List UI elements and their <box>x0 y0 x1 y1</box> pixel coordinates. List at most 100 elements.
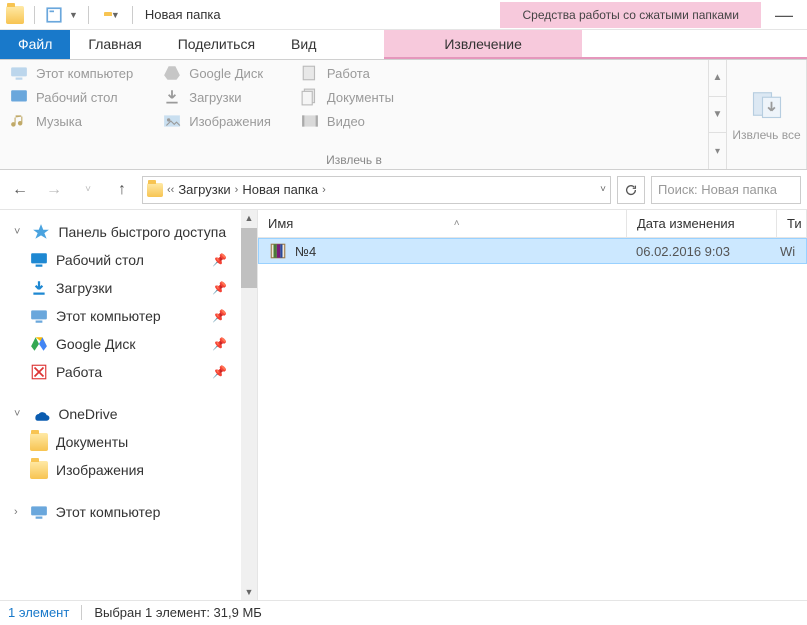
sidebar-item-documents[interactable]: Документы <box>0 428 257 456</box>
chevron-down-icon[interactable]: ˅ <box>14 226 20 238</box>
sidebar-label: Загрузки <box>56 280 112 296</box>
dest-documents[interactable]: Документы <box>301 88 394 106</box>
pin-icon: 📌 <box>212 337 227 351</box>
dest-google-drive[interactable]: Google Диск <box>163 64 271 82</box>
folder-icon <box>30 433 48 451</box>
qat-dropdown-icon-2[interactable]: ▼ <box>111 10 120 20</box>
file-name: №4 <box>295 244 316 259</box>
sidebar-label: Панель быстрого доступа <box>58 224 226 240</box>
sidebar-item-desktop[interactable]: Рабочий стол 📌 <box>0 246 257 274</box>
pin-icon: 📌 <box>212 253 227 267</box>
minimize-button[interactable]: — <box>761 0 807 30</box>
status-selection: Выбран 1 элемент: 31,9 МБ <box>81 605 262 620</box>
contextual-tab-label: Средства работы со сжатыми папками <box>500 2 761 28</box>
sidebar-item-images[interactable]: Изображения <box>0 456 257 484</box>
app-folder-icon <box>6 6 24 24</box>
dest-label: Загрузки <box>189 90 241 105</box>
scroll-up-icon[interactable]: ▲ <box>241 210 257 226</box>
search-input[interactable]: Поиск: Новая папка <box>651 176 801 204</box>
title-divider <box>132 6 133 24</box>
address-dropdown-icon[interactable]: ˅ <box>600 184 606 195</box>
dest-downloads[interactable]: Загрузки <box>163 88 271 106</box>
qat-divider <box>34 6 35 24</box>
tab-extract[interactable]: Извлечение <box>384 30 582 59</box>
refresh-icon <box>624 183 638 197</box>
search-placeholder: Поиск: Новая папка <box>658 182 777 197</box>
work-icon <box>30 363 48 381</box>
dest-video[interactable]: Видео <box>301 112 394 130</box>
pin-icon: 📌 <box>212 309 227 323</box>
qat-dropdown-icon[interactable]: ▼ <box>69 10 78 20</box>
extract-all-button[interactable]: Извлечь все <box>727 60 807 169</box>
sidebar-item-downloads[interactable]: Загрузки📌 <box>0 274 257 302</box>
breadcrumb-sep[interactable]: › <box>235 184 239 196</box>
qat-divider-2 <box>88 6 89 24</box>
chevron-right-icon[interactable]: ˅ <box>14 408 20 420</box>
dest-desktop[interactable]: Рабочий стол <box>10 88 133 106</box>
file-row[interactable]: №4 06.02.2016 9:03 Wi <box>258 238 807 264</box>
sidebar-item-work[interactable]: Работа📌 <box>0 358 257 386</box>
column-headers[interactable]: Имя˄ Дата изменения Ти <box>258 210 807 238</box>
file-list[interactable]: №4 06.02.2016 9:03 Wi <box>258 238 807 600</box>
tab-home[interactable]: Главная <box>70 30 159 59</box>
scroll-thumb[interactable] <box>241 228 257 288</box>
chevron-right-icon[interactable]: › <box>14 506 18 518</box>
scroll-expand-icon[interactable]: ▾ <box>709 133 726 169</box>
col-name[interactable]: Имя˄ <box>258 210 627 237</box>
window-title: Новая папка <box>145 7 221 22</box>
sort-indicator-icon: ˄ <box>454 218 460 229</box>
sidebar-label: Этот компьютер <box>56 308 161 324</box>
pc-icon <box>30 503 48 521</box>
tab-file[interactable]: Файл <box>0 30 70 59</box>
sidebar-item-google-drive[interactable]: Google Диск 📌 <box>0 330 257 358</box>
sidebar-onedrive[interactable]: ˅ OneDrive <box>0 400 257 428</box>
address-bar[interactable]: ‹‹ Загрузки › Новая папка › ˅ <box>142 176 611 204</box>
nav-up-button[interactable]: ↑ <box>108 176 136 204</box>
tab-share[interactable]: Поделиться <box>160 30 273 59</box>
breadcrumb-label: Загрузки <box>178 182 230 197</box>
sidebar-this-pc-root[interactable]: › Этот компьютер <box>0 498 257 526</box>
sidebar-quick-access[interactable]: ˅ Панель быстрого доступа <box>0 218 257 246</box>
status-count: 1 элемент <box>8 605 69 620</box>
dest-work[interactable]: Работа <box>301 64 394 82</box>
quick-access-icon <box>32 223 50 241</box>
sidebar-scrollbar[interactable]: ▲ ▼ <box>241 210 257 600</box>
scroll-down-icon[interactable]: ▼ <box>241 584 257 600</box>
dest-label: Музыка <box>36 114 82 129</box>
tab-view[interactable]: Вид <box>273 30 334 59</box>
sidebar-label: OneDrive <box>58 406 117 422</box>
ribbon-gallery-scroll[interactable]: ▲ ▼ ▾ <box>709 60 727 169</box>
col-date[interactable]: Дата изменения <box>627 210 777 237</box>
ribbon-group-label: Извлечь в <box>10 151 698 167</box>
breadcrumb-sep[interactable]: ‹‹ <box>167 184 174 196</box>
onedrive-icon <box>32 405 50 423</box>
breadcrumb-sep[interactable]: › <box>322 184 326 196</box>
col-label: Дата изменения <box>637 216 735 231</box>
nav-back-button[interactable]: ← <box>6 176 34 204</box>
scroll-up-icon[interactable]: ▲ <box>709 60 726 97</box>
breadcrumb-label: Новая папка <box>242 182 318 197</box>
dest-images[interactable]: Изображения <box>163 112 271 130</box>
folder-icon <box>30 461 48 479</box>
sidebar-label: Этот компьютер <box>56 504 161 520</box>
status-bar: 1 элемент Выбран 1 элемент: 31,9 МБ <box>0 600 807 624</box>
sidebar-label: Google Диск <box>56 336 135 352</box>
rar-archive-icon <box>269 242 287 260</box>
properties-icon[interactable] <box>45 6 63 24</box>
scroll-down-icon[interactable]: ▼ <box>709 97 726 134</box>
nav-forward-button[interactable]: → <box>40 176 68 204</box>
dest-this-pc[interactable]: Этот компьютер <box>10 64 133 82</box>
sidebar-item-this-pc[interactable]: Этот компьютер 📌 <box>0 302 257 330</box>
col-type[interactable]: Ти <box>777 210 807 237</box>
breadcrumb-item[interactable]: Новая папка <box>242 182 318 197</box>
breadcrumb-item[interactable]: Загрузки <box>178 182 230 197</box>
ctx-spacer <box>582 30 807 59</box>
dest-music[interactable]: Музыка <box>10 112 133 130</box>
extract-all-label: Извлечь все <box>732 128 800 142</box>
dest-label: Рабочий стол <box>36 90 118 105</box>
dest-label: Этот компьютер <box>36 66 133 81</box>
nav-recent-dropdown[interactable]: ˅ <box>74 176 102 204</box>
refresh-button[interactable] <box>617 176 645 204</box>
sidebar-label: Рабочий стол <box>56 252 144 268</box>
nav-pane[interactable]: ˅ Панель быстрого доступа Рабочий стол📌 … <box>0 210 258 600</box>
